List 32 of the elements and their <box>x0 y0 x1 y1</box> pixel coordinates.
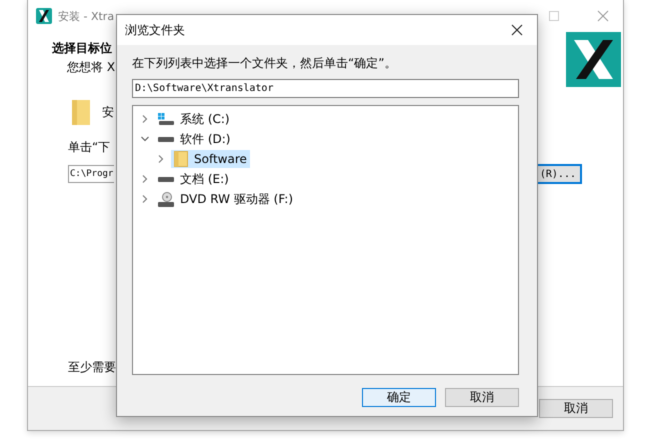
cancel-button[interactable]: 取消 <box>539 399 613 418</box>
close-icon[interactable] <box>511 24 523 36</box>
disk-space-note: 至少需要 <box>68 359 116 376</box>
tree-item[interactable]: DVD RW 驱动器 (F:) <box>155 190 296 208</box>
app-logo-icon <box>36 8 52 24</box>
page-subheading: 您想将 X <box>66 59 116 76</box>
folder-label: 安 <box>102 104 114 121</box>
chevron-right-icon[interactable] <box>141 115 149 123</box>
drive-icon <box>158 136 174 142</box>
chevron-right-icon[interactable] <box>141 175 149 183</box>
window-title: 安装 - Xtra <box>58 8 114 24</box>
chevron-right-icon[interactable] <box>157 155 165 163</box>
path-field[interactable]: C:\Progr <box>68 165 114 183</box>
folder-icon <box>174 151 188 167</box>
page-heading: 选择目标位 <box>52 40 113 57</box>
ok-button[interactable]: 确定 <box>362 388 436 407</box>
dvd-drive-icon <box>158 192 174 206</box>
drive-icon <box>158 113 174 125</box>
dialog-instruction: 在下列列表中选择一个文件夹，然后单击“确定”。 <box>132 55 398 72</box>
folder-icon <box>72 100 90 125</box>
drive-icon <box>158 176 174 182</box>
chevron-right-icon[interactable] <box>141 195 149 203</box>
tree-item[interactable]: 系统 (C:) <box>155 110 233 128</box>
dialog-title: 浏览文件夹 <box>125 22 185 38</box>
tree-item[interactable]: Software <box>171 150 250 168</box>
cancel-button[interactable]: 取消 <box>445 388 519 407</box>
tree-item[interactable]: 文档 (E:) <box>155 170 232 188</box>
folder-path-field[interactable]: D:\Software\Xtranslator <box>132 79 519 98</box>
instruction-text: 单击“下 <box>68 139 110 156</box>
chevron-down-icon[interactable] <box>141 135 149 143</box>
tree-item[interactable]: 软件 (D:) <box>155 130 234 148</box>
app-logo-icon <box>566 32 621 87</box>
